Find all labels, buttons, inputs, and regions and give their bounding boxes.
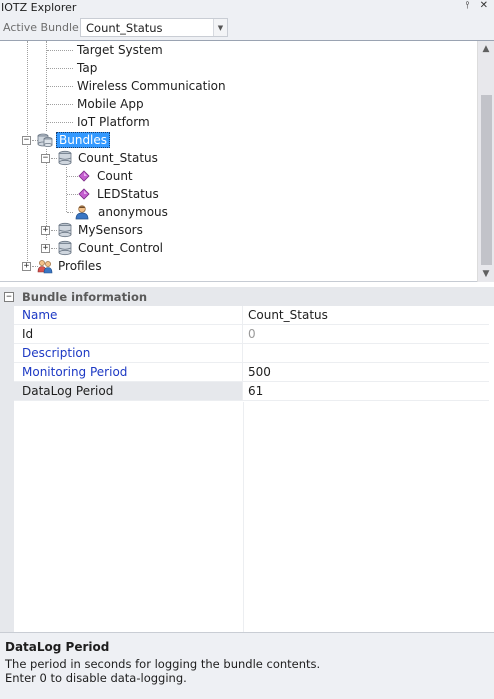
tree-item-anonymous[interactable]: anonymous <box>74 203 170 221</box>
close-icon[interactable]: ✕ <box>480 0 488 11</box>
pin-icon[interactable]: ⫯ <box>465 0 469 11</box>
expand-count-control-toggle[interactable]: + <box>41 244 50 253</box>
active-bundle-toolbar: Active Bundle: Count_Status ▼ <box>0 14 494 41</box>
tree-item-mysensors[interactable]: MySensors <box>57 221 145 239</box>
variable-icon <box>76 168 92 184</box>
tree-connector <box>27 41 28 267</box>
collapse-count-status-toggle[interactable]: − <box>41 154 50 163</box>
active-bundle-value: Count_Status <box>86 20 163 35</box>
expand-mysensors-toggle[interactable]: + <box>41 226 50 235</box>
property-name: DataLog Period <box>14 382 243 400</box>
explorer-tree[interactable]: Target System Tap Wireless Communication… <box>0 41 494 282</box>
bundles-icon <box>37 132 53 148</box>
property-grid: Name Count_Status Id 0 Description Monit… <box>0 306 494 632</box>
property-name: Name <box>14 306 243 324</box>
tree-connector <box>47 68 73 69</box>
panel-title-bar: IOTZ Explorer ⫯ ✕ <box>0 0 494 14</box>
property-help-panel: DataLog Period The period in seconds for… <box>0 632 494 699</box>
tree-item-count-status[interactable]: Count_Status <box>57 149 160 167</box>
tree-item-iot-platform[interactable]: IoT Platform <box>75 113 152 131</box>
tree-item-count-control[interactable]: Count_Control <box>57 239 165 257</box>
property-name: Monitoring Period <box>14 363 243 381</box>
help-text-line: The period in seconds for logging the bu… <box>5 657 321 671</box>
property-value-datalog-period[interactable]: 61 <box>243 382 489 400</box>
user-icon <box>74 204 90 220</box>
chevron-down-icon[interactable]: ▼ <box>213 19 227 36</box>
tree-connector <box>47 122 73 123</box>
property-row-description[interactable]: Description <box>14 344 489 363</box>
tree-item-wireless-communication[interactable]: Wireless Communication <box>75 77 228 95</box>
tree-item-profiles[interactable]: Profiles <box>37 257 104 275</box>
profiles-icon <box>37 258 53 274</box>
tree-item-tap[interactable]: Tap <box>75 59 99 77</box>
tree-scrollbar[interactable]: ▲ ▼ <box>477 41 494 282</box>
panel-title: IOTZ Explorer <box>1 0 77 14</box>
expand-profiles-toggle[interactable]: + <box>22 262 31 271</box>
tree-item-target-system[interactable]: Target System <box>75 41 165 59</box>
scroll-up-icon[interactable]: ▲ <box>478 41 494 57</box>
active-bundle-label: Active Bundle: <box>3 20 83 34</box>
property-value-description[interactable] <box>243 344 489 362</box>
collapse-category-icon[interactable]: − <box>4 291 14 302</box>
property-grid-gutter <box>0 306 14 632</box>
scrollbar-thumb[interactable] <box>481 95 492 265</box>
tree-connector <box>67 212 73 213</box>
tree-connector <box>47 50 73 51</box>
tree-connector <box>47 104 73 105</box>
property-name: Id <box>14 325 243 343</box>
property-value-id: 0 <box>248 327 256 341</box>
property-row-id[interactable]: Id 0 <box>14 325 489 344</box>
property-value-monitoring-period[interactable]: 500 <box>243 363 489 381</box>
bundle-icon <box>57 150 73 166</box>
property-name: Description <box>14 344 243 362</box>
variable-icon <box>76 186 92 202</box>
property-row-name[interactable]: Name Count_Status <box>14 306 489 325</box>
tree-connector <box>66 167 67 212</box>
tree-item-ledstatus[interactable]: LEDStatus <box>76 185 161 203</box>
collapse-bundles-toggle[interactable]: − <box>22 136 31 145</box>
property-category-title: Bundle information <box>22 289 148 304</box>
active-bundle-dropdown[interactable]: Count_Status ▼ <box>80 18 228 37</box>
property-category-header[interactable]: − Bundle information <box>0 287 494 306</box>
property-row-monitoring-period[interactable]: Monitoring Period 500 <box>14 363 489 382</box>
help-text-line: Enter 0 to disable data-logging. <box>5 671 187 685</box>
bundle-icon <box>57 222 73 238</box>
scroll-down-icon[interactable]: ▼ <box>478 266 494 282</box>
tree-item-count[interactable]: Count <box>76 167 135 185</box>
help-title: DataLog Period <box>5 640 110 654</box>
tree-item-mobile-app[interactable]: Mobile App <box>75 95 146 113</box>
tree-item-bundles[interactable]: Bundles <box>37 131 111 149</box>
property-row-datalog-period[interactable]: DataLog Period 61 <box>14 382 489 401</box>
property-value-name[interactable]: Count_Status <box>243 306 489 324</box>
tree-connector <box>47 86 73 87</box>
bundle-icon <box>57 240 73 256</box>
property-grid-splitter[interactable] <box>243 402 244 632</box>
